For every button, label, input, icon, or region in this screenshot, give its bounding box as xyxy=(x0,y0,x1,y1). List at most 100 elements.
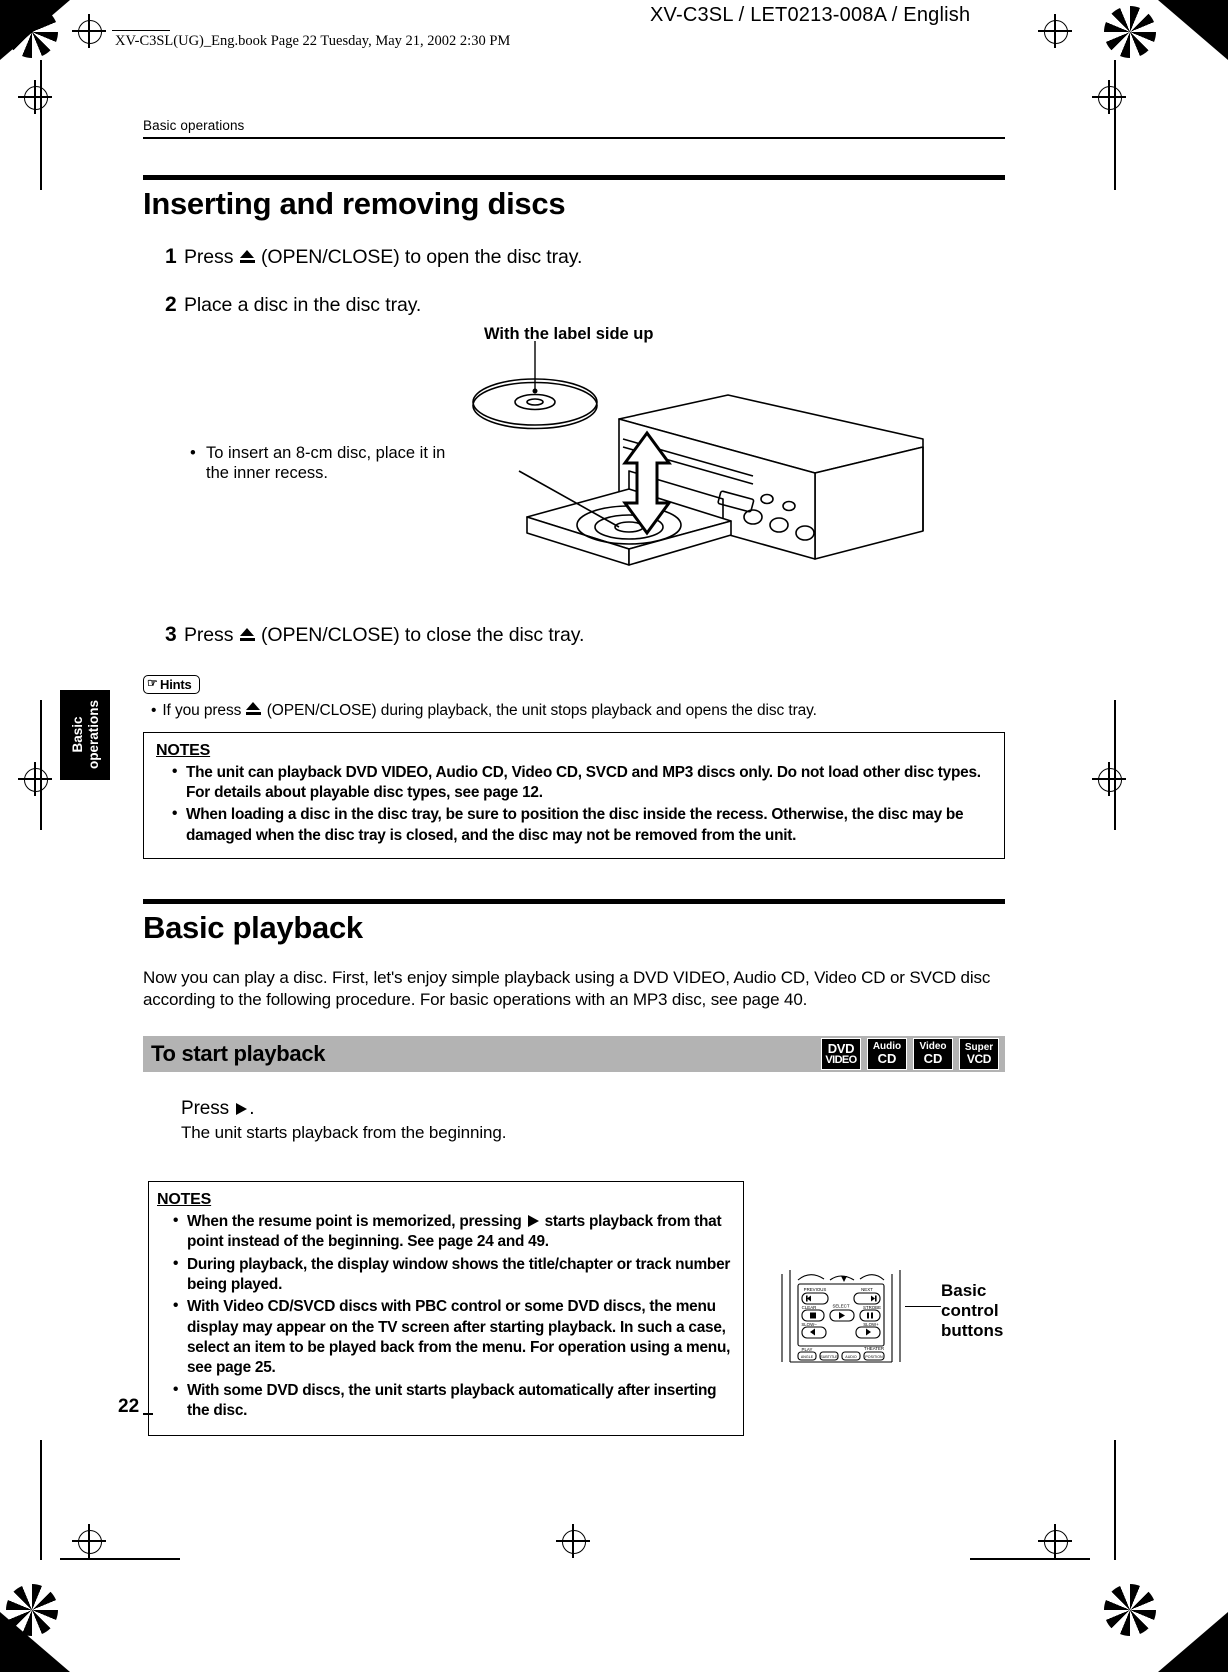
side-tab-basic-operations: Basic operations xyxy=(60,690,110,780)
svg-text:STROBE: STROBE xyxy=(863,1305,881,1310)
dvd-player-line-art xyxy=(472,340,924,566)
svg-text:AUDIO: AUDIO xyxy=(845,1355,857,1359)
crop-ring-right-middle xyxy=(1098,768,1122,792)
crop-ring-top-right xyxy=(1044,20,1068,44)
notes-list: • The unit can playback DVD VIDEO, Audio… xyxy=(156,763,992,846)
note-item-text: With some DVD discs, the unit starts pla… xyxy=(187,1381,717,1419)
badge-line-2: VIDEO xyxy=(825,1053,857,1066)
stamp-rule xyxy=(112,30,170,31)
super-vcd-badge: Super VCD xyxy=(959,1037,999,1070)
crop-ring-left-middle xyxy=(24,768,48,792)
remote-caption-line-2: control xyxy=(941,1300,999,1320)
document-identifier: XV-C3SL / LET0213-008A / English xyxy=(650,4,971,26)
notes-title: NOTES xyxy=(157,1190,212,1208)
side-tab-line-2: operations xyxy=(85,700,101,770)
crop-ring-left-upper xyxy=(24,86,48,110)
note-item-text-pre: When the resume point is memorized, pres… xyxy=(187,1212,522,1230)
crop-line-right-vertical-3 xyxy=(1114,1440,1116,1560)
page-content: Basic operations Inserting and removing … xyxy=(143,118,1005,1437)
notes-list: • When the resume point is memorized, pr… xyxy=(157,1212,733,1421)
svg-text:CLEAR: CLEAR xyxy=(802,1305,817,1310)
crop-line-right-vertical-2 xyxy=(1114,700,1116,830)
play-icon xyxy=(527,1214,539,1227)
svg-text:SLOW+: SLOW+ xyxy=(863,1322,879,1327)
section-title-basic-playback: Basic playback xyxy=(143,909,363,945)
remote-caption-line-3: buttons xyxy=(941,1320,1004,1340)
basic-playback-intro: Now you can play a disc. First, let's en… xyxy=(143,968,991,1010)
step-2: 2 Place a disc in the disc tray. xyxy=(165,293,1005,317)
bullet-icon: • xyxy=(172,805,178,823)
svg-text:PLAY: PLAY xyxy=(802,1347,813,1352)
eight-cm-disc-note-text: To insert an 8-cm disc, place it in the … xyxy=(206,443,446,483)
svg-text:NEXT: NEXT xyxy=(861,1287,873,1292)
badge-line-2: VCD xyxy=(966,1051,992,1066)
note-item: • With some DVD discs, the unit starts p… xyxy=(157,1381,733,1422)
side-tab-line-1: Basic xyxy=(69,716,85,754)
crop-ring-bottom-left xyxy=(78,1530,102,1554)
bullet-icon: • xyxy=(173,1297,179,1315)
breadcrumb-rule xyxy=(143,137,1005,139)
eject-icon xyxy=(239,627,255,642)
svg-text:THEATER: THEATER xyxy=(864,1346,884,1351)
press-play-post: . xyxy=(249,1097,255,1119)
disc-insertion-illustration: With the label side up • To insert an 8-… xyxy=(143,321,1005,621)
bullet-icon: • xyxy=(173,1380,179,1398)
page-title: Inserting and removing discs xyxy=(143,185,566,221)
note-item-text: During playback, the display window show… xyxy=(187,1255,731,1293)
press-play-subtext: The unit starts playback from the beginn… xyxy=(181,1122,507,1142)
crop-ring-top-left xyxy=(78,20,102,44)
eject-icon xyxy=(246,701,262,716)
disc-type-badges: DVD VIDEO Audio CD Video CD Super VCD xyxy=(821,1037,999,1070)
notes-box-playback: NOTES • When the resume point is memoriz… xyxy=(148,1180,744,1437)
note-item: • During playback, the display window sh… xyxy=(157,1255,733,1296)
hints-badge: ☞ Hints xyxy=(143,674,200,694)
crop-line-right-vertical xyxy=(1114,60,1116,190)
step-2-text: Place a disc in the disc tray. xyxy=(184,293,422,316)
step-1-text: Press (OPEN/CLOSE) to open the disc tray… xyxy=(184,246,582,269)
video-cd-badge: Video CD xyxy=(913,1037,953,1070)
bullet-icon: • xyxy=(151,701,157,719)
section-rule-1 xyxy=(143,174,1005,180)
eject-icon xyxy=(239,249,255,264)
registration-pattern-bottom-left xyxy=(6,1584,58,1636)
svg-text:SELECT: SELECT xyxy=(832,1303,849,1308)
svg-text:POSITION: POSITION xyxy=(865,1355,883,1359)
audio-cd-badge: Audio CD xyxy=(867,1037,907,1070)
step-1-number: 1 xyxy=(165,244,177,268)
bullet-icon: • xyxy=(172,762,178,780)
crop-line-left-vertical xyxy=(40,60,42,190)
svg-text:SLOW–: SLOW– xyxy=(801,1322,817,1327)
subsection-title: To start playback xyxy=(151,1040,326,1066)
hint-item: • If you press (OPEN/CLOSE) during playba… xyxy=(151,701,1005,720)
notes-title: NOTES xyxy=(156,741,211,759)
hint-item-post: (OPEN/CLOSE) during playback, the unit s… xyxy=(266,701,817,719)
note-item: • The unit can playback DVD VIDEO, Audio… xyxy=(156,763,992,804)
badge-line-2: CD xyxy=(877,1051,897,1067)
manual-page: XV-C3SL / LET0213-008A / English XV-C3SL… xyxy=(0,0,1228,1672)
step-1-text-pre: Press xyxy=(184,245,234,268)
bullet-icon: • xyxy=(190,443,196,462)
registration-pattern-top-right xyxy=(1104,6,1156,58)
step-3-number: 3 xyxy=(165,622,177,646)
note-item: • When the resume point is memorized, pr… xyxy=(157,1212,733,1253)
eight-cm-disc-note: • To insert an 8-cm disc, place it in th… xyxy=(190,443,460,484)
bullet-icon: • xyxy=(173,1211,179,1229)
breadcrumb: Basic operations xyxy=(143,118,245,133)
note-item: • With Video CD/SVCD discs with PBC cont… xyxy=(157,1297,733,1378)
step-3-text-pre: Press xyxy=(184,623,234,646)
step-3-text: Press (OPEN/CLOSE) to close the disc tra… xyxy=(184,624,584,647)
hints-block: ☞ Hints • If you press (OPEN/CLOSE) durin… xyxy=(143,674,1005,720)
note-item-text: When loading a disc in the disc tray, be… xyxy=(186,806,964,844)
crop-line-left-vertical-2 xyxy=(40,700,42,830)
registration-pattern-top-left xyxy=(6,6,58,58)
play-icon xyxy=(236,1102,248,1115)
step-3-text-post: (OPEN/CLOSE) to close the disc tray. xyxy=(261,623,585,646)
step-2-number: 2 xyxy=(165,292,177,316)
hints-badge-label: Hints xyxy=(160,676,192,692)
badge-line-1: DVD xyxy=(827,1040,855,1056)
remote-control-illustration: PREVIOUS NEXT CLEAR SELECT STROBE SLOW– … xyxy=(776,1266,906,1366)
svg-text:PREVIOUS: PREVIOUS xyxy=(804,1287,827,1292)
page-number: 22 xyxy=(118,1396,140,1417)
svg-text:SUBTITLE: SUBTITLE xyxy=(820,1355,838,1359)
hint-item-pre: If you press xyxy=(162,701,242,719)
